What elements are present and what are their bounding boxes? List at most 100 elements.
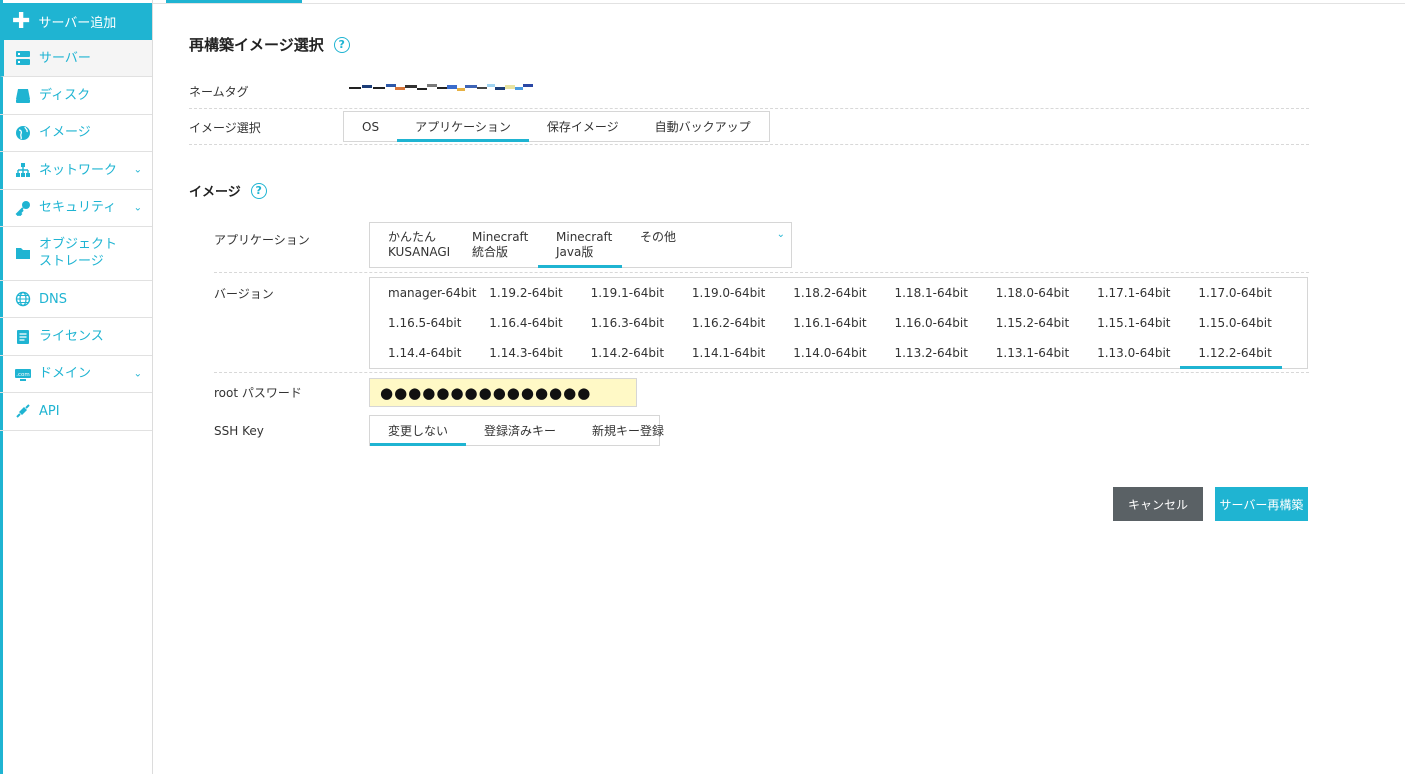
network-icon <box>14 162 32 178</box>
add-server-label: サーバー追加 <box>38 16 117 31</box>
nametag-value-redacted <box>349 84 533 91</box>
application-tabs: かんたん KUSANAGI Minecraft 統合版 Minecraft Ja… <box>369 222 792 268</box>
app-tab-minecraft-java[interactable]: Minecraft Java版 <box>538 223 622 268</box>
chevron-down-icon: ⌄ <box>133 164 142 176</box>
app-tab-kusanagi[interactable]: かんたん KUSANAGI <box>370 223 454 267</box>
version-option[interactable]: 1.14.3-64bit <box>471 338 572 368</box>
version-option[interactable]: 1.13.1-64bit <box>978 338 1079 368</box>
sidebar-item-domain[interactable]: .com ドメイン ⌄ <box>0 356 152 394</box>
version-option[interactable]: 1.18.1-64bit <box>876 278 977 308</box>
tab-saved-image[interactable]: 保存イメージ <box>529 112 637 141</box>
app-tab-line1: Minecraft <box>556 230 613 244</box>
sidebar: ✚ サーバー追加 サーバー ディスク イメージ ネットワーク ⌄ セキュリティ … <box>0 0 153 774</box>
ssh-tab-no-change[interactable]: 変更しない <box>370 416 467 446</box>
app-tab-other[interactable]: その他 <box>622 223 706 267</box>
page-title: 再構築イメージ選択 ? <box>189 34 350 55</box>
dns-globe-icon <box>14 291 32 307</box>
image-section-title: イメージ ? <box>189 181 267 200</box>
globe-icon <box>14 125 32 141</box>
app-tab-line2: KUSANAGI <box>388 245 451 259</box>
ssh-key-tabs: 変更しない 登録済みキー 新規キー登録 <box>369 415 664 446</box>
sidebar-item-label: API <box>39 403 60 419</box>
version-option[interactable]: 1.19.0-64bit <box>674 278 775 308</box>
top-divider <box>153 3 1405 4</box>
version-option[interactable]: 1.19.1-64bit <box>573 278 674 308</box>
version-option[interactable]: 1.14.0-64bit <box>775 338 876 368</box>
sidebar-item-network[interactable]: ネットワーク ⌄ <box>0 152 152 190</box>
help-icon[interactable]: ? <box>250 182 267 199</box>
sidebar-item-label: サーバー <box>39 50 91 66</box>
app-tab-line2: 統合版 <box>472 245 509 259</box>
sidebar-item-label: オブジェクトストレージ <box>39 237 118 270</box>
divider <box>214 372 1309 373</box>
sidebar-item-object-storage[interactable]: オブジェクトストレージ <box>0 227 152 281</box>
version-option[interactable]: 1.13.2-64bit <box>876 338 977 368</box>
sidebar-item-security[interactable]: セキュリティ ⌄ <box>0 190 152 227</box>
version-option[interactable]: 1.14.2-64bit <box>573 338 674 368</box>
sidebar-item-label: DNS <box>39 291 67 307</box>
version-option[interactable]: 1.16.5-64bit <box>370 308 471 338</box>
sidebar-item-label: ライセンス <box>39 329 104 345</box>
version-option[interactable]: 1.17.0-64bit <box>1180 278 1281 308</box>
plus-icon: ✚ <box>12 8 31 34</box>
version-option[interactable]: manager-64bit <box>370 278 476 308</box>
help-icon[interactable]: ? <box>333 36 350 53</box>
ssh-key-label: SSH Key <box>214 424 264 438</box>
sidebar-item-label: ドメイン <box>39 366 92 382</box>
ssh-tab-new-key[interactable]: 新規キー登録 <box>574 416 682 445</box>
version-option[interactable]: 1.16.4-64bit <box>471 308 572 338</box>
version-option[interactable]: 1.17.1-64bit <box>1079 278 1180 308</box>
tab-auto-backup[interactable]: 自動バックアップ <box>637 112 769 141</box>
image-section-title-text: イメージ <box>189 185 241 200</box>
version-option[interactable]: 1.18.0-64bit <box>978 278 1079 308</box>
sidebar-item-disk[interactable]: ディスク <box>0 77 152 115</box>
version-option[interactable]: 1.16.3-64bit <box>573 308 674 338</box>
rebuild-server-button[interactable]: サーバー再構築 <box>1215 487 1308 521</box>
sidebar-item-image[interactable]: イメージ <box>0 115 152 153</box>
nametag-label: ネームタグ <box>189 85 249 99</box>
version-option[interactable]: 1.12.2-64bit <box>1180 338 1282 369</box>
version-option[interactable]: 1.15.1-64bit <box>1079 308 1180 338</box>
version-grid: manager-64bit 1.19.2-64bit 1.19.1-64bit 1.1… <box>369 277 1308 369</box>
version-option[interactable]: 1.15.2-64bit <box>978 308 1079 338</box>
version-option[interactable]: 1.14.4-64bit <box>370 338 471 368</box>
sidebar-item-license[interactable]: ライセンス <box>0 318 152 356</box>
divider <box>214 272 1309 273</box>
version-option[interactable]: 1.14.1-64bit <box>674 338 775 368</box>
tab-application[interactable]: アプリケーション <box>397 112 529 142</box>
folder-icon <box>14 245 32 261</box>
chevron-down-icon: ⌄ <box>133 368 142 380</box>
sidebar-item-server[interactable]: サーバー <box>0 40 152 78</box>
sidebar-item-api[interactable]: API <box>0 393 152 431</box>
root-password-input[interactable]: ●●●●●●●●●●●●●●● <box>369 378 637 407</box>
add-server-button[interactable]: ✚ サーバー追加 <box>0 3 152 40</box>
version-option[interactable]: 1.13.0-64bit <box>1079 338 1180 368</box>
license-icon <box>14 329 32 345</box>
app-tab-line1: その他 <box>640 230 677 244</box>
tab-os[interactable]: OS <box>344 112 397 141</box>
sidebar-nav: サーバー ディスク イメージ ネットワーク ⌄ セキュリティ ⌄ オブジェクトス… <box>0 40 152 431</box>
disk-icon <box>14 88 32 104</box>
version-option[interactable]: 1.15.0-64bit <box>1180 308 1281 338</box>
version-option[interactable]: 1.16.1-64bit <box>775 308 876 338</box>
version-option[interactable]: 1.16.2-64bit <box>674 308 775 338</box>
chevron-down-icon: ⌄ <box>133 202 142 214</box>
key-icon <box>14 200 32 216</box>
version-option[interactable]: 1.18.2-64bit <box>775 278 876 308</box>
sidebar-item-label: ディスク <box>39 88 91 104</box>
sidebar-item-dns[interactable]: DNS <box>0 281 152 319</box>
app-tab-line1: かんたん <box>388 230 437 244</box>
cancel-button[interactable]: キャンセル <box>1113 487 1203 521</box>
version-option[interactable]: 1.19.2-64bit <box>471 278 572 308</box>
dotcom-icon: .com <box>14 366 32 382</box>
chevron-down-icon[interactable]: ⌄ <box>777 229 785 240</box>
sidebar-item-label: ネットワーク <box>39 162 118 178</box>
app-tab-minecraft-bedrock[interactable]: Minecraft 統合版 <box>454 223 538 267</box>
image-select-tabs: OS アプリケーション 保存イメージ 自動バックアップ <box>343 111 770 142</box>
version-option[interactable]: 1.16.0-64bit <box>876 308 977 338</box>
version-label: バージョン <box>214 287 274 301</box>
image-select-label: イメージ選択 <box>189 121 261 135</box>
ssh-tab-registered-key[interactable]: 登録済みキー <box>466 416 574 445</box>
divider <box>189 144 1309 145</box>
svg-text:.com: .com <box>16 372 30 378</box>
